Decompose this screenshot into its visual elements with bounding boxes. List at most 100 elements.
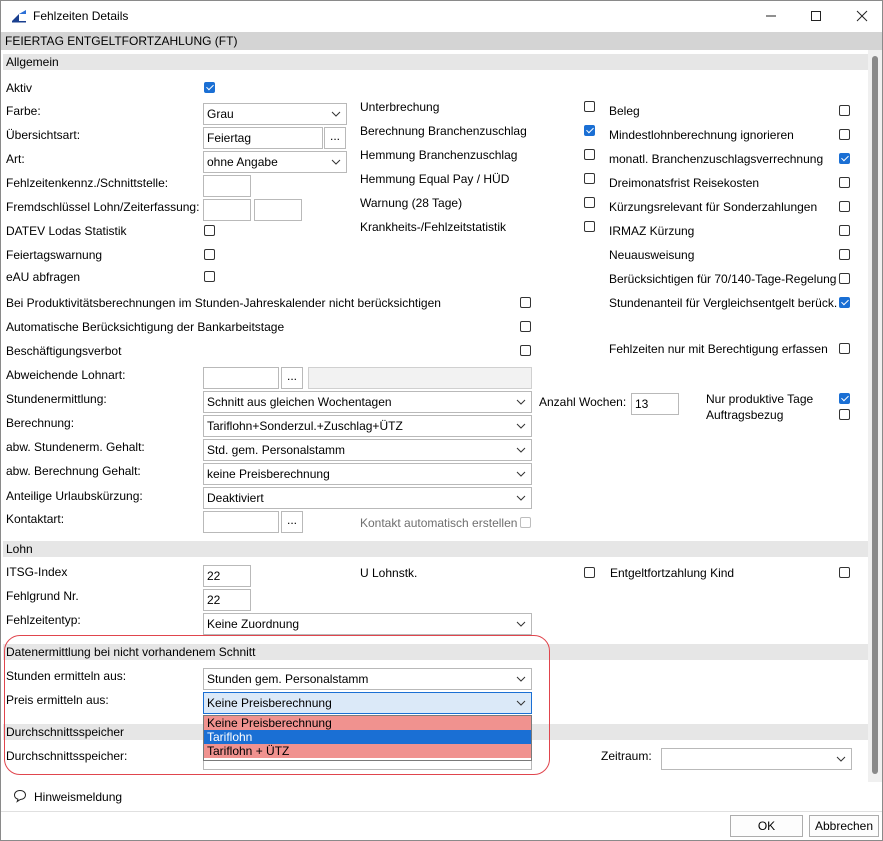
abw-stunden-select[interactable]: Std. gem. Personalstamm [203, 439, 532, 461]
zeitraum-select[interactable] [661, 748, 852, 770]
berechnung-label: Berechnung: [6, 416, 75, 430]
dropdown-option[interactable]: Tariflohn + ÜTZ [204, 744, 531, 758]
hinweis-label[interactable]: Hinweismeldung [34, 790, 122, 804]
kontaktart-label: Kontaktart: [6, 512, 65, 526]
feiertagswarnung-checkbox[interactable] [204, 249, 215, 260]
irmaz-checkbox[interactable] [839, 225, 850, 236]
kuerzung-checkbox[interactable] [839, 201, 850, 212]
nur-berechtigung-checkbox[interactable] [839, 343, 850, 354]
anteilige-label: Anteilige Urlaubskürzung: [6, 489, 143, 503]
mindestlohn-label: Mindestlohnberechnung ignorieren [609, 128, 794, 142]
datev-label: DATEV Lodas Statistik [6, 224, 127, 238]
fremd-label: Fremdschlüssel Lohn/Zeiterfassung: [6, 200, 200, 214]
abw-lohnart-input[interactable] [203, 367, 279, 389]
bankarbeit-checkbox[interactable] [520, 321, 531, 332]
abw-berechnung-select[interactable]: keine Preisberechnung [203, 463, 532, 485]
stundenermittlung-select[interactable]: Schnitt aus gleichen Wochentagen [203, 391, 532, 413]
dreimonat-label: Dreimonatsfrist Reisekosten [609, 176, 760, 190]
close-icon[interactable] [844, 5, 880, 27]
produktiv-checkbox[interactable] [520, 297, 531, 308]
feiertagswarnung-label: Feiertagswarnung [6, 248, 103, 262]
monatl-checkbox[interactable] [839, 153, 850, 164]
abw-lohnart-browse-button[interactable]: ... [281, 367, 303, 389]
fremd-lohn-input[interactable] [203, 199, 251, 221]
anteilige-select[interactable]: Deaktiviert [203, 487, 532, 509]
kontaktart-input[interactable] [203, 511, 279, 533]
fehlgrund-label: Fehlgrund Nr. [6, 589, 79, 603]
farbe-label: Farbe: [6, 104, 41, 118]
berechnung-select[interactable]: Tariflohn+Sonderzul.+Zuschlag+ÜTZ [203, 415, 532, 437]
beschaeftigung-label: Beschäftigungsverbot [6, 344, 122, 358]
stundenanteil-checkbox[interactable] [839, 297, 850, 308]
produktiv-label: Bei Produktivitätsberechnungen im Stunde… [6, 296, 441, 310]
beruecksichtigen-checkbox[interactable] [839, 273, 850, 284]
krankheit-checkbox[interactable] [584, 221, 595, 232]
beschaeftigung-checkbox[interactable] [520, 345, 531, 356]
mindestlohn-checkbox[interactable] [839, 129, 850, 140]
neuausweisung-label: Neuausweisung [609, 248, 695, 262]
entgelt-kind-label: Entgeltfortzahlung Kind [610, 566, 735, 580]
scrollbar-thumb[interactable] [872, 56, 878, 774]
entgelt-kind-checkbox[interactable] [839, 567, 850, 578]
unterbrechung-checkbox[interactable] [584, 101, 595, 112]
dropdown-option[interactable]: Keine Preisberechnung [204, 716, 531, 730]
irmaz-label: IRMAZ Kürzung [609, 224, 695, 238]
abw-stunden-value: Std. gem. Personalstamm [207, 443, 346, 457]
datev-checkbox[interactable] [204, 225, 215, 236]
dropdown-option[interactable]: Tariflohn [204, 730, 531, 744]
fehlgrund-input[interactable]: 22 [203, 589, 251, 611]
neuausweisung-checkbox[interactable] [839, 249, 850, 260]
chevron-down-icon [331, 159, 341, 165]
preis-aus-select[interactable]: Keine Preisberechnung [203, 692, 532, 714]
kontaktart-browse-button[interactable]: ... [281, 511, 303, 533]
record-header: FEIERTAG ENTGELTFORTZAHLUNG (FT) [1, 32, 882, 50]
eau-checkbox[interactable] [204, 271, 215, 282]
nur-produktiv-checkbox[interactable] [839, 393, 850, 404]
beleg-label: Beleg [609, 104, 640, 118]
uebersichtsart-browse-button[interactable]: ... [324, 127, 346, 149]
berechnung-bz-checkbox[interactable] [584, 125, 595, 136]
aktiv-checkbox[interactable] [204, 82, 215, 93]
farbe-select[interactable]: Grau [203, 103, 347, 125]
anteilige-value: Deaktiviert [207, 491, 264, 505]
auftragsbezug-label: Auftragsbezug [706, 408, 784, 422]
art-label: Art: [6, 152, 25, 166]
section-datenermittlung: Datenermittlung bei nicht vorhandenem Sc… [3, 644, 870, 660]
fehlzeitentyp-select[interactable]: Keine Zuordnung [203, 613, 532, 635]
hemmung-ep-checkbox[interactable] [584, 173, 595, 184]
nur-produktiv-label: Nur produktive Tage [706, 392, 814, 406]
kontakt-auto-label: Kontakt automatisch erstellen [360, 516, 518, 530]
u-lohnstk-checkbox[interactable] [584, 567, 595, 578]
uebersichtsart-label: Übersichtsart: [6, 128, 81, 142]
chevron-down-icon [516, 676, 526, 682]
stundenanteil-label: Stundenanteil für Vergleichsentgelt berü… [609, 296, 838, 310]
chevron-down-icon [516, 399, 526, 405]
art-value: ohne Angabe [207, 155, 278, 169]
ok-button[interactable]: OK [730, 815, 803, 837]
warnung-checkbox[interactable] [584, 197, 595, 208]
maximize-icon[interactable] [798, 5, 834, 27]
chevron-down-icon [516, 471, 526, 477]
vertical-scrollbar[interactable] [868, 50, 882, 782]
art-select[interactable]: ohne Angabe [203, 151, 347, 173]
anzahl-wochen-label: Anzahl Wochen: [539, 395, 627, 409]
uebersichtsart-input[interactable]: Feiertag [203, 127, 323, 149]
farbe-value: Grau [207, 107, 234, 121]
anzahl-wochen-input[interactable]: 13 [631, 393, 679, 415]
dreimonat-checkbox[interactable] [839, 177, 850, 188]
kontakt-auto-checkbox[interactable] [520, 517, 531, 528]
hemmung-bz-checkbox[interactable] [584, 149, 595, 160]
preis-aus-label: Preis ermitteln aus: [6, 693, 109, 707]
chevron-down-icon [836, 756, 846, 762]
preis-aus-dropdown-list: Keine Preisberechnung Tariflohn Tarifloh… [203, 715, 532, 761]
unterbrechung-label: Unterbrechung [360, 100, 440, 114]
minimize-icon[interactable] [753, 5, 789, 27]
itsg-input[interactable]: 22 [203, 565, 251, 587]
fremd-zeit-input[interactable] [254, 199, 302, 221]
beleg-checkbox[interactable] [839, 105, 850, 116]
cancel-button[interactable]: Abbrechen [809, 815, 879, 837]
kennz-input[interactable] [203, 175, 251, 197]
speech-bubble-icon [13, 789, 27, 803]
stunden-aus-select[interactable]: Stunden gem. Personalstamm [203, 668, 532, 690]
auftragsbezug-checkbox[interactable] [839, 409, 850, 420]
